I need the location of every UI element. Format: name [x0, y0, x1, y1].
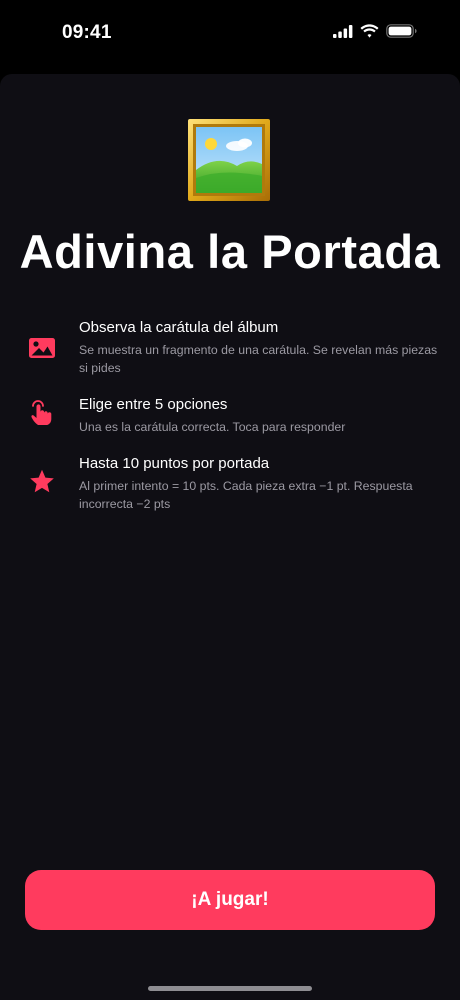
home-indicator[interactable]	[148, 986, 312, 991]
page-title: Adivina la Portada	[19, 225, 441, 278]
onboarding-sheet	[0, 74, 460, 1000]
tap-hand-icon	[31, 400, 52, 425]
feature-description: Una es la carátula correcta. Toca para r…	[79, 420, 346, 434]
feature-text: Observa la carátula del álbum Se muestra…	[79, 318, 449, 377]
status-bar: 09:41	[0, 0, 460, 68]
feature-description: Al primer intento = 10 pts. Cada pieza e…	[79, 479, 413, 511]
feature-title: Elige entre 5 opciones	[79, 396, 228, 413]
status-icons	[333, 24, 418, 38]
battery-icon	[386, 24, 417, 38]
wifi-icon	[360, 24, 379, 38]
feature-title: Observa la carátula del álbum	[79, 319, 279, 336]
feature-title: Hasta 10 puntos por portada	[79, 455, 270, 472]
star-icon	[30, 469, 54, 493]
play-button[interactable]: ¡A jugar!	[25, 870, 435, 930]
feature-text: Hasta 10 puntos por portada Al primer in…	[79, 454, 449, 513]
image-icon	[29, 338, 55, 358]
status-time: 09:41	[62, 22, 112, 43]
cellular-signal-icon	[333, 24, 353, 38]
framed-picture-icon	[188, 119, 270, 201]
feature-description: Se muestra un fragmento de una carátula.…	[79, 343, 438, 375]
feature-text: Elige entre 5 opciones Una es la carátul…	[79, 395, 449, 436]
